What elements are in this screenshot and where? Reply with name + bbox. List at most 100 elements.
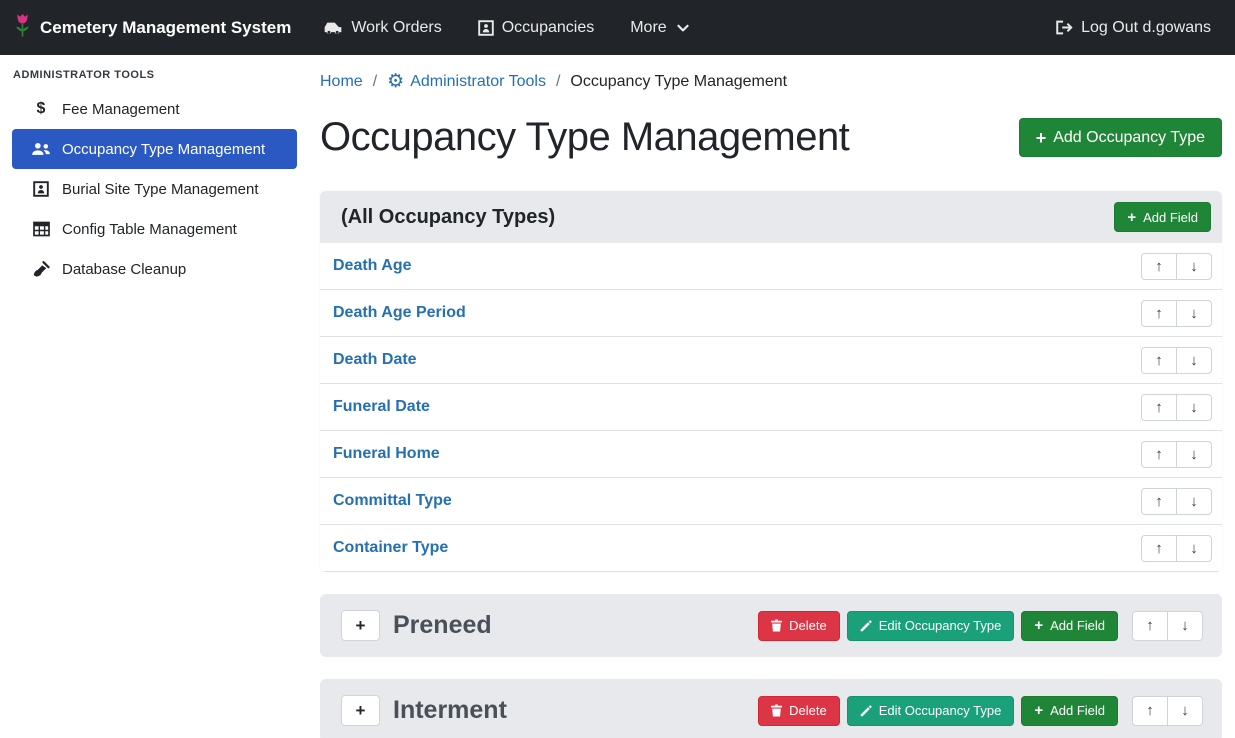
chevron-down-icon [677,24,689,33]
logout-label: Log Out d.gowans [1081,19,1211,37]
field-row: Committal Type ↑ ↓ [320,478,1222,525]
move-down-button[interactable]: ↓ [1176,535,1212,562]
move-down-button[interactable]: ↓ [1176,488,1212,515]
arrow-up-icon: ↑ [1146,617,1154,634]
breadcrumb-separator: / [556,73,560,91]
field-link-death-age-period[interactable]: Death Age Period [333,304,466,322]
arrow-up-icon: ↑ [1155,258,1163,275]
plus-icon: + [1034,618,1043,633]
all-occupancy-types-card: (All Occupancy Types) + Add Field Death … [320,191,1222,572]
field-row: Funeral Home ↑ ↓ [320,431,1222,478]
field-link-funeral-home[interactable]: Funeral Home [333,445,440,463]
reorder-buttons: ↑ ↓ [1141,300,1212,327]
broom-icon [31,261,51,277]
pencil-icon [860,705,872,717]
move-up-button[interactable]: ↑ [1141,441,1177,468]
sidebar-item-database-cleanup[interactable]: Database Cleanup [12,249,297,289]
delete-button[interactable]: Delete [758,696,840,726]
sidebar-item-fee-management[interactable]: $ Fee Management [12,89,297,129]
tulip-logo-icon [14,12,31,44]
section-title: Preneed [393,611,492,640]
move-up-button[interactable]: ↑ [1141,253,1177,280]
nav-work-orders[interactable]: Work Orders [323,19,441,37]
sidebar-item-label: Fee Management [62,101,180,118]
field-link-death-date[interactable]: Death Date [333,351,417,369]
move-down-button[interactable]: ↓ [1167,696,1203,726]
move-up-button[interactable]: ↑ [1141,347,1177,374]
sidebar-item-label: Config Table Management [62,221,237,238]
breadcrumb-admin-tools-link[interactable]: ⚙ Administrator Tools [387,72,546,91]
move-up-button[interactable]: ↑ [1141,300,1177,327]
nav-more-label: More [630,19,666,37]
move-up-button[interactable]: ↑ [1141,488,1177,515]
field-row: Death Age ↑ ↓ [320,243,1222,290]
arrow-up-icon: ↑ [1155,540,1163,557]
breadcrumb-admin-tools-label: Administrator Tools [410,73,546,91]
move-down-button[interactable]: ↓ [1176,394,1212,421]
reorder-buttons: ↑ ↓ [1141,535,1212,562]
reorder-buttons: ↑ ↓ [1132,696,1203,726]
app-brand[interactable]: Cemetery Management System [14,12,291,44]
plus-icon: + [356,616,366,636]
move-down-button[interactable]: ↓ [1176,300,1212,327]
arrow-up-icon: ↑ [1146,702,1154,719]
nav-occupancies-label: Occupancies [502,19,595,37]
add-field-button[interactable]: + Add Field [1114,202,1211,232]
users-icon [31,142,51,156]
sidebar-item-burial-site-type-management[interactable]: Burial Site Type Management [12,169,297,209]
arrow-down-icon: ↓ [1190,446,1198,463]
move-down-button[interactable]: ↓ [1176,441,1212,468]
logout-button[interactable]: Log Out d.gowans [1055,19,1211,37]
all-occupancy-types-title: (All Occupancy Types) [341,206,555,229]
field-link-death-age[interactable]: Death Age [333,257,412,275]
move-down-button[interactable]: ↓ [1176,253,1212,280]
reorder-buttons: ↑ ↓ [1141,488,1212,515]
field-link-committal-type[interactable]: Committal Type [333,492,452,510]
sidebar-item-occupancy-type-management[interactable]: Occupancy Type Management [12,129,297,169]
delete-button[interactable]: Delete [758,611,840,641]
expand-button[interactable]: + [341,695,380,726]
arrow-down-icon: ↓ [1190,399,1198,416]
arrow-up-icon: ↑ [1155,493,1163,510]
add-occupancy-type-button[interactable]: + Add Occupancy Type [1019,118,1222,157]
sidebar-item-config-table-management[interactable]: Config Table Management [12,209,297,249]
add-field-button[interactable]: + Add Field [1021,696,1118,726]
field-link-funeral-date[interactable]: Funeral Date [333,398,430,416]
occupancy-type-section-preneed: + Preneed Delete [320,594,1222,657]
plus-icon: + [1036,129,1047,147]
occupancies-icon [478,20,494,36]
nav-more[interactable]: More [630,19,688,37]
nav-work-orders-label: Work Orders [351,19,441,37]
table-icon [31,221,51,237]
move-down-button[interactable]: ↓ [1176,347,1212,374]
edit-occupancy-type-button[interactable]: Edit Occupancy Type [847,696,1015,726]
breadcrumb-home-link[interactable]: Home [320,73,363,91]
move-up-button[interactable]: ↑ [1141,535,1177,562]
move-up-button[interactable]: ↑ [1132,611,1168,641]
section-title: Interment [393,696,507,725]
move-up-button[interactable]: ↑ [1141,394,1177,421]
expand-button[interactable]: + [341,610,380,641]
reorder-buttons: ↑ ↓ [1132,611,1203,641]
reorder-buttons: ↑ ↓ [1141,253,1212,280]
arrow-down-icon: ↓ [1190,305,1198,322]
all-occupancy-types-header: (All Occupancy Types) + Add Field [320,191,1222,243]
field-link-container-type[interactable]: Container Type [333,539,448,557]
app-title: Cemetery Management System [40,18,291,38]
field-row: Funeral Date ↑ ↓ [320,384,1222,431]
edit-occupancy-type-button[interactable]: Edit Occupancy Type [847,611,1015,641]
plus-icon: + [1034,703,1043,718]
move-down-button[interactable]: ↓ [1167,611,1203,641]
add-field-button[interactable]: + Add Field [1021,611,1118,641]
breadcrumb-separator: / [373,73,377,91]
arrow-down-icon: ↓ [1190,540,1198,557]
breadcrumb: Home / ⚙ Administrator Tools / Occupancy… [320,72,1222,91]
arrow-down-icon: ↓ [1190,258,1198,275]
move-up-button[interactable]: ↑ [1132,696,1168,726]
nav-occupancies[interactable]: Occupancies [478,19,595,37]
sidebar-heading: Administrator Tools [12,67,297,89]
trash-icon [771,619,782,632]
field-row: Death Age Period ↑ ↓ [320,290,1222,337]
nav-links: Work Orders Occupancies More [323,19,688,37]
truck-icon [323,20,343,36]
